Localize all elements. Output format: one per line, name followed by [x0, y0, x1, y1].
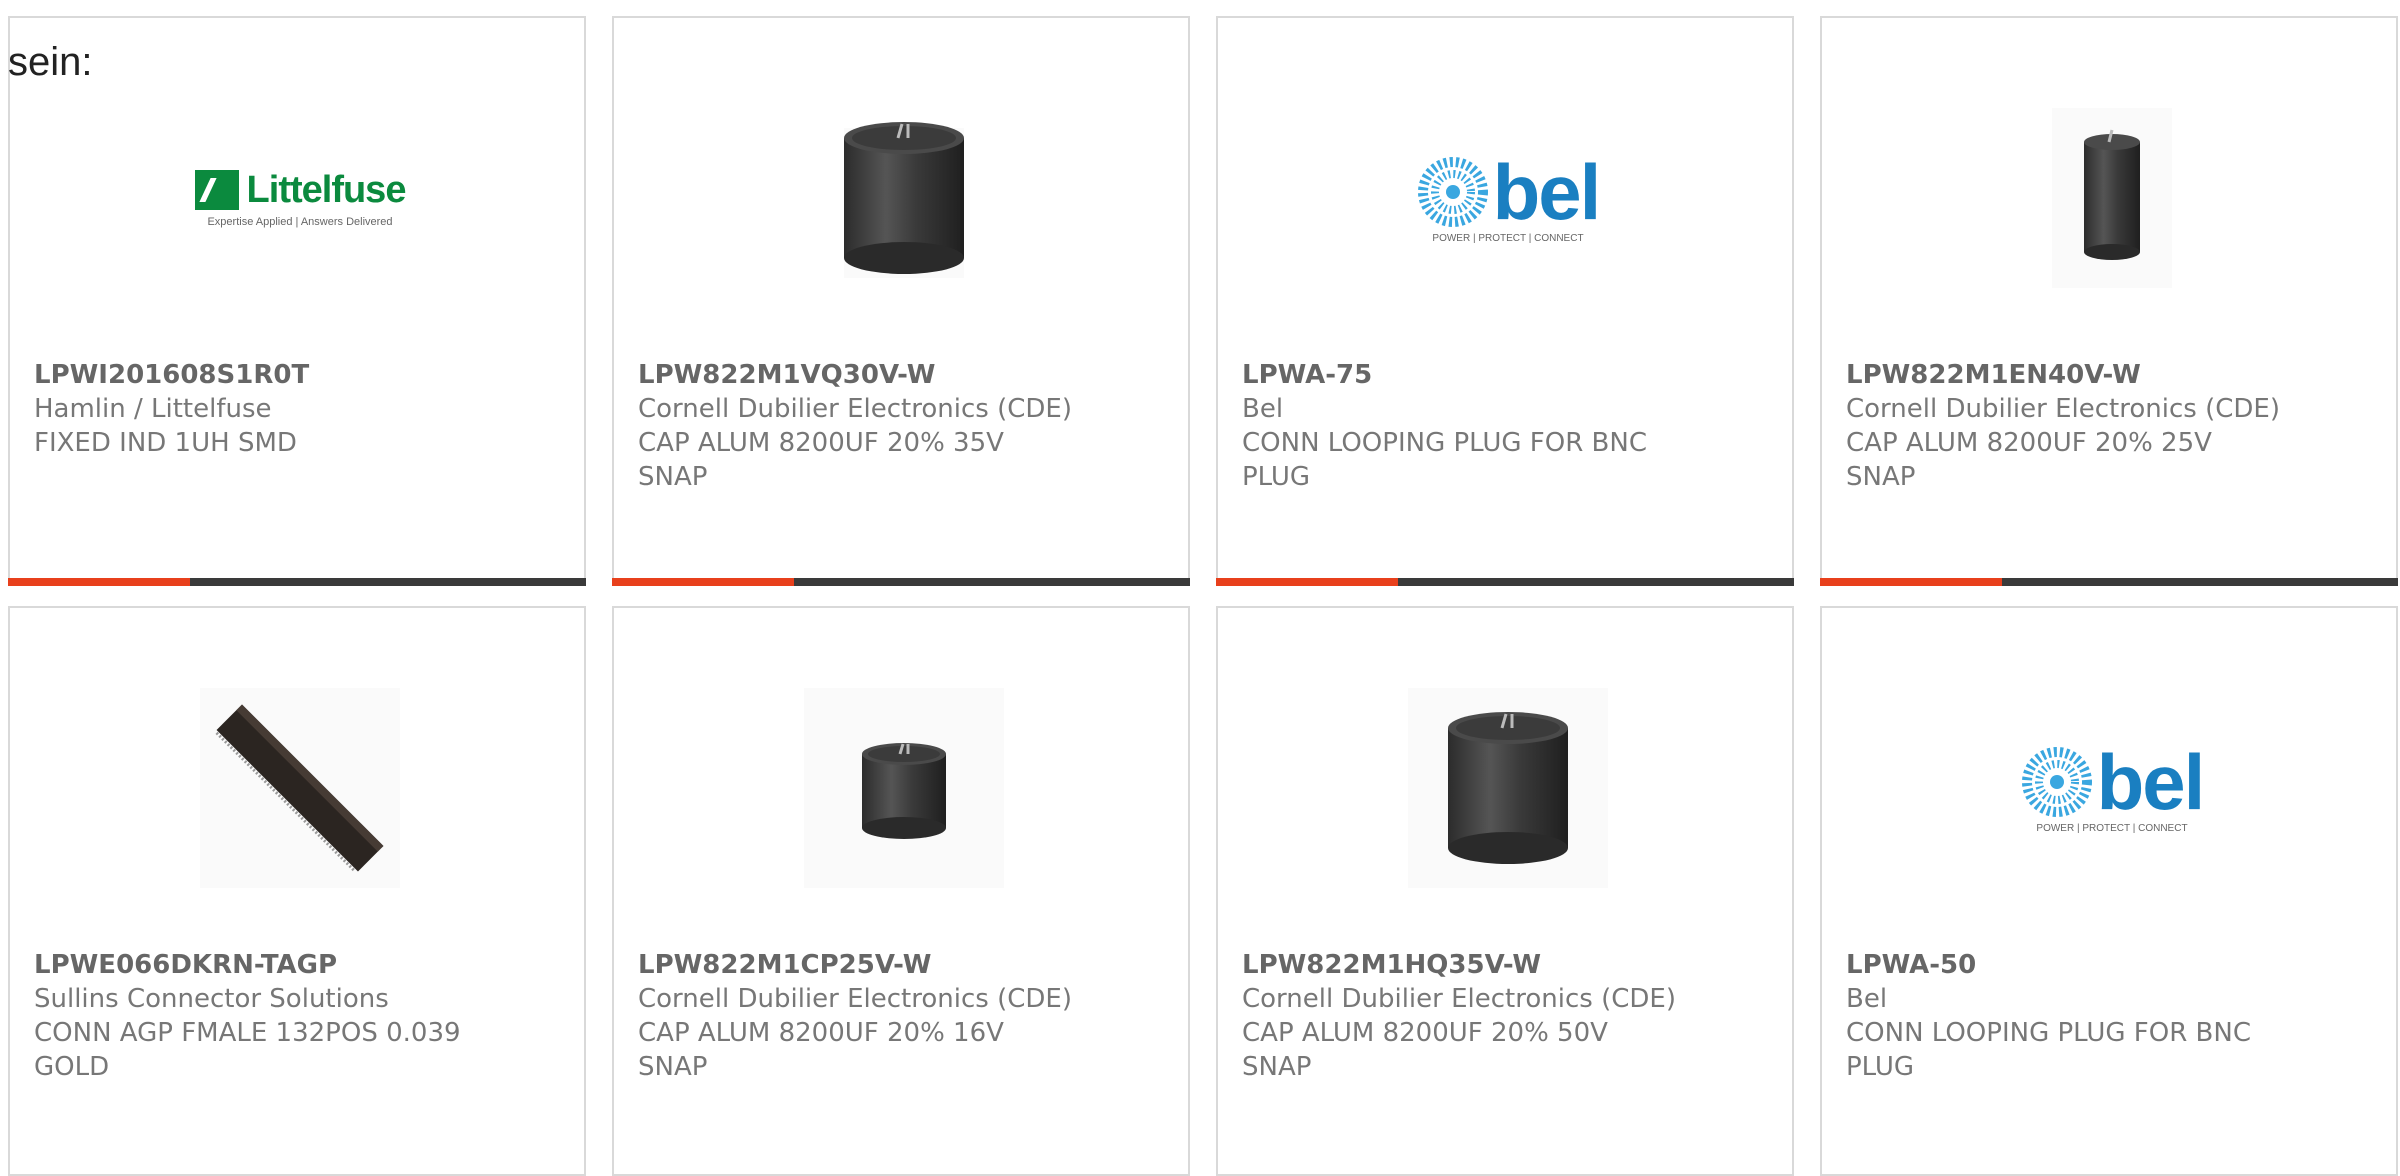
product-card[interactable]: LPW822M1VQ30V-W Cornell Dubilier Electro… — [612, 16, 1190, 586]
product-card[interactable]: LPW822M1CP25V-W Cornell Dubilier Electro… — [612, 606, 1190, 1176]
part-number[interactable]: LPWA-75 — [1242, 358, 1768, 392]
capacitor-icon — [2052, 108, 2172, 288]
product-card[interactable]: bel POWER | PROTECT | CONNECT LPWA-75 Be… — [1216, 16, 1794, 586]
capacitor-icon — [844, 122, 964, 278]
bel-globe-icon — [1417, 156, 1488, 227]
card-accent-bar — [8, 578, 586, 586]
part-number[interactable]: LPWE066DKRN-TAGP — [34, 948, 560, 982]
product-description: CAP ALUM 8200UF 20% 35V SNAP — [638, 428, 1004, 492]
product-description: CONN LOOPING PLUG FOR BNC PLUG — [1242, 428, 1647, 492]
product-card[interactable]: bel POWER | PROTECT | CONNECT LPWA-50 Be… — [1820, 606, 2398, 1176]
product-image[interactable]: Littelfuse Expertise Applied | Answers D… — [194, 98, 406, 298]
section-heading: sein: — [8, 40, 93, 84]
product-description: FIXED IND 1UH SMD — [34, 428, 297, 458]
bel-logo: bel POWER | PROTECT | CONNECT — [1417, 153, 1601, 244]
product-image[interactable]: bel POWER | PROTECT | CONNECT — [2012, 688, 2212, 888]
product-image[interactable]: bel POWER | PROTECT | CONNECT — [1408, 98, 1608, 298]
manufacturer-name: Bel — [1242, 394, 1284, 424]
bel-logo: bel POWER | PROTECT | CONNECT — [2021, 743, 2205, 834]
part-number[interactable]: LPW822M1CP25V-W — [638, 948, 1164, 982]
part-number[interactable]: LPW822M1VQ30V-W — [638, 358, 1164, 392]
manufacturer-name: Cornell Dubilier Electronics (CDE) — [638, 984, 1072, 1014]
manufacturer-name: Cornell Dubilier Electronics (CDE) — [638, 394, 1072, 424]
product-description: CAP ALUM 8200UF 20% 16V SNAP — [638, 1018, 1004, 1082]
littelfuse-mark-icon — [194, 170, 239, 210]
product-card[interactable]: Littelfuse Expertise Applied | Answers D… — [8, 16, 586, 586]
product-image[interactable] — [804, 688, 1004, 888]
product-description: CONN LOOPING PLUG FOR BNC PLUG — [1846, 1018, 2251, 1082]
card-accent-bar — [1216, 578, 1794, 586]
littelfuse-logo: Littelfuse Expertise Applied | Answers D… — [194, 169, 406, 228]
part-number[interactable]: LPWI201608S1R0T — [34, 358, 560, 392]
card-accent-bar — [612, 578, 1190, 586]
product-image[interactable] — [2012, 98, 2212, 298]
bel-globe-icon — [2021, 746, 2092, 817]
manufacturer-name: Sullins Connector Solutions — [34, 984, 389, 1014]
manufacturer-name: Hamlin / Littelfuse — [34, 394, 272, 424]
product-card[interactable]: LPW822M1HQ35V-W Cornell Dubilier Electro… — [1216, 606, 1794, 1176]
product-card[interactable]: LPW822M1EN40V-W Cornell Dubilier Electro… — [1820, 16, 2398, 586]
part-number[interactable]: LPWA-50 — [1846, 948, 2372, 982]
product-card[interactable]: LPWE066DKRN-TAGP Sullins Connector Solut… — [8, 606, 586, 1176]
capacitor-icon — [1408, 688, 1608, 888]
manufacturer-name: Cornell Dubilier Electronics (CDE) — [1242, 984, 1676, 1014]
product-image[interactable] — [1408, 688, 1608, 888]
product-description: CAP ALUM 8200UF 20% 25V SNAP — [1846, 428, 2212, 492]
product-image[interactable] — [804, 98, 1004, 298]
product-description: CAP ALUM 8200UF 20% 50V SNAP — [1242, 1018, 1608, 1082]
part-number[interactable]: LPW822M1EN40V-W — [1846, 358, 2372, 392]
part-number[interactable]: LPW822M1HQ35V-W — [1242, 948, 1768, 982]
product-description: CONN AGP FMALE 132POS 0.039 GOLD — [34, 1018, 461, 1082]
edge-connector-icon — [200, 688, 400, 888]
product-image[interactable] — [200, 688, 400, 888]
manufacturer-name: Cornell Dubilier Electronics (CDE) — [1846, 394, 2280, 424]
capacitor-icon — [804, 688, 1004, 888]
manufacturer-name: Bel — [1846, 984, 1888, 1014]
card-accent-bar — [1820, 578, 2398, 586]
